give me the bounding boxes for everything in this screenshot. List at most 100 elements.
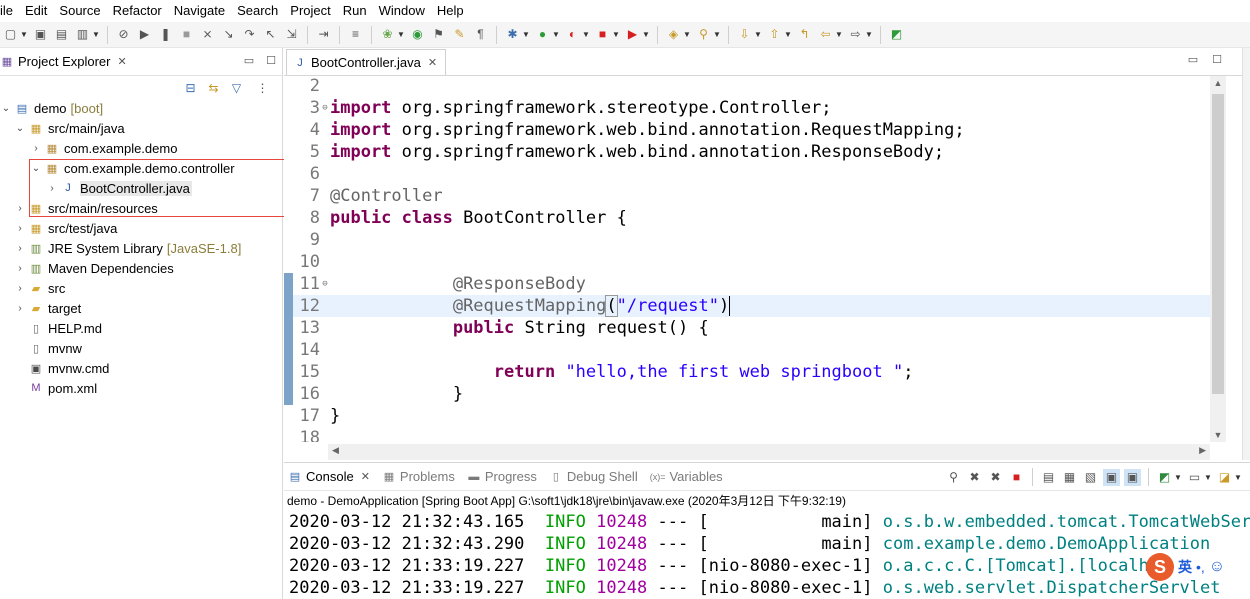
- forward-icon[interactable]: ⇨: [847, 26, 864, 43]
- chevron-down-icon[interactable]: ▼: [784, 26, 792, 43]
- maximize-icon[interactable]: ☐: [266, 54, 276, 67]
- tree-item[interactable]: › ▥ JRE System Library [JavaSE-1.8]: [0, 238, 241, 258]
- chevron-down-icon[interactable]: ▼: [1174, 469, 1182, 486]
- drop-to-frame-icon[interactable]: ⇲: [283, 26, 300, 43]
- pin-editor-icon[interactable]: ◩: [888, 26, 905, 43]
- link-with-editor-icon[interactable]: ⇆: [205, 80, 222, 97]
- skip-breakpoints-icon[interactable]: ⊘: [115, 26, 132, 43]
- tree-item[interactable]: ▯ mvnw: [0, 338, 82, 358]
- clear-console-icon[interactable]: ▤: [1040, 469, 1057, 486]
- minimize-icon[interactable]: ▭: [1188, 53, 1198, 66]
- external-tools-icon[interactable]: ▶: [624, 26, 641, 43]
- chevron-down-icon[interactable]: ▼: [92, 26, 100, 43]
- code-line[interactable]: 8 public class BootController {: [284, 207, 1210, 229]
- chevron-right-icon[interactable]: ›: [14, 223, 26, 234]
- chevron-right-icon[interactable]: ›: [14, 203, 26, 214]
- terminate-icon[interactable]: ■: [1008, 469, 1025, 486]
- tree-item[interactable]: › ▦ com.example.demo: [0, 138, 177, 158]
- chevron-right-icon[interactable]: ›: [14, 283, 26, 294]
- tree-item[interactable]: › ▦ src/test/java: [0, 218, 117, 238]
- code-line[interactable]: 7 @Controller: [284, 185, 1210, 207]
- tree-item[interactable]: ▯ HELP.md: [0, 318, 102, 338]
- code-line[interactable]: 6: [284, 163, 1210, 185]
- next-annotation-icon[interactable]: ⇩: [736, 26, 753, 43]
- code-line[interactable]: 11 ⊖ @ResponseBody: [284, 273, 1210, 295]
- code-line[interactable]: 9: [284, 229, 1210, 251]
- chevron-down-icon[interactable]: ▼: [683, 26, 691, 43]
- close-icon[interactable]: ✕: [117, 55, 126, 68]
- collapse-all-icon[interactable]: ⊟: [182, 80, 199, 97]
- chevron-down-icon[interactable]: ▼: [522, 26, 530, 43]
- open-type-icon[interactable]: ◉: [409, 26, 426, 43]
- chevron-down-icon[interactable]: ▼: [1234, 469, 1242, 486]
- project-explorer-tab[interactable]: ▦ Project Explorer ✕: [0, 48, 133, 76]
- new-icon[interactable]: ▢: [2, 26, 19, 43]
- chevron-down-icon[interactable]: ⌄: [14, 123, 26, 134]
- code-line[interactable]: 18: [284, 427, 1210, 442]
- ime-indicator[interactable]: S 英 •, ☺: [1146, 553, 1225, 581]
- code-line[interactable]: 16 }: [284, 383, 1210, 405]
- scroll-down-icon[interactable]: ▼: [1210, 430, 1226, 440]
- step-return-icon[interactable]: ↖: [262, 26, 279, 43]
- tree-item[interactable]: › ▥ Maven Dependencies: [0, 258, 173, 278]
- resume-icon[interactable]: ▶: [136, 26, 153, 43]
- code-line[interactable]: 14: [284, 339, 1210, 361]
- close-icon[interactable]: ✕: [428, 56, 437, 69]
- menu-window[interactable]: Window: [373, 0, 431, 22]
- step-over-icon[interactable]: ↷: [241, 26, 258, 43]
- show-on-stdout-icon[interactable]: ▣: [1103, 468, 1120, 486]
- tree-item[interactable]: › ▰ target: [0, 298, 81, 318]
- chevron-right-icon[interactable]: ›: [14, 303, 26, 314]
- tab-console[interactable]: ▤ Console ✕: [284, 463, 378, 491]
- menu-project[interactable]: Project: [284, 0, 336, 22]
- chevron-down-icon[interactable]: ▼: [642, 26, 650, 43]
- close-icon[interactable]: ✕: [361, 470, 370, 483]
- run-icon[interactable]: ●: [534, 26, 551, 43]
- menu-help[interactable]: Help: [431, 0, 470, 22]
- open-console-icon[interactable]: ◩: [1156, 469, 1173, 486]
- fold-toggle-icon[interactable]: ⊖: [320, 103, 330, 113]
- tab-variables[interactable]: (x)= Variables: [646, 463, 731, 491]
- code-editor[interactable]: 2 3 ⊖ import org.springframework.stereotype…: [284, 76, 1210, 442]
- scroll-up-icon[interactable]: ▲: [1210, 78, 1226, 88]
- minimize-icon[interactable]: ▭: [244, 54, 254, 67]
- build-icon[interactable]: ≡: [347, 26, 364, 43]
- tree-item[interactable]: › ▰ src: [0, 278, 65, 298]
- fold-toggle-icon[interactable]: ⊖: [320, 279, 330, 289]
- tree-item[interactable]: › ▦ src/main/resources: [0, 198, 157, 218]
- save-icon[interactable]: ▣: [32, 26, 49, 43]
- menu-ile[interactable]: ile: [0, 0, 19, 22]
- tab-debug-shell[interactable]: ▯ Debug Shell: [545, 463, 646, 491]
- back-icon[interactable]: ⇦: [817, 26, 834, 43]
- new-package-icon[interactable]: ◈: [665, 26, 682, 43]
- coverage-icon[interactable]: ◐: [564, 26, 581, 43]
- print-icon[interactable]: ▥: [74, 26, 91, 43]
- disconnect-icon[interactable]: ⨯: [199, 26, 216, 43]
- menu-refactor[interactable]: Refactor: [107, 0, 168, 22]
- search-icon[interactable]: ⚲: [695, 26, 712, 43]
- code-line[interactable]: 10: [284, 251, 1210, 273]
- tree-item[interactable]: ▣ mvnw.cmd: [0, 358, 110, 378]
- word-wrap-icon[interactable]: ▧: [1082, 469, 1099, 486]
- code-line[interactable]: 4 import org.springframework.web.bind.ann…: [284, 119, 1210, 141]
- tab-progress[interactable]: ▬ Progress: [463, 463, 545, 491]
- code-line[interactable]: 15 return "hello,the first web springboo…: [284, 361, 1210, 383]
- use-step-filters-icon[interactable]: ⇥: [315, 26, 332, 43]
- toggle-highlight-icon[interactable]: ✎: [451, 26, 468, 43]
- chevron-right-icon[interactable]: ›: [46, 183, 58, 194]
- code-line[interactable]: 3 ⊖ import org.springframework.stereotype.…: [284, 97, 1210, 119]
- editor-vertical-scrollbar[interactable]: ▲ ▼: [1210, 76, 1226, 442]
- code-line[interactable]: 17}: [284, 405, 1210, 427]
- step-into-icon[interactable]: ↘: [220, 26, 237, 43]
- chevron-down-icon[interactable]: ▼: [582, 26, 590, 43]
- show-on-stderr-icon[interactable]: ▣: [1124, 468, 1141, 486]
- chevron-down-icon[interactable]: ▼: [835, 26, 843, 43]
- chevron-down-icon[interactable]: ▼: [20, 26, 28, 43]
- tree-item[interactable]: ⌄ ▤ demo [boot]: [0, 98, 103, 118]
- menu-run[interactable]: Run: [337, 0, 373, 22]
- chevron-down-icon[interactable]: ▼: [397, 26, 405, 43]
- tree-item[interactable]: › J BootController.java: [0, 178, 192, 198]
- save-all-icon[interactable]: ▤: [53, 26, 70, 43]
- remove-all-launches-icon[interactable]: ✖: [987, 469, 1004, 486]
- chevron-down-icon[interactable]: ▼: [1204, 469, 1212, 486]
